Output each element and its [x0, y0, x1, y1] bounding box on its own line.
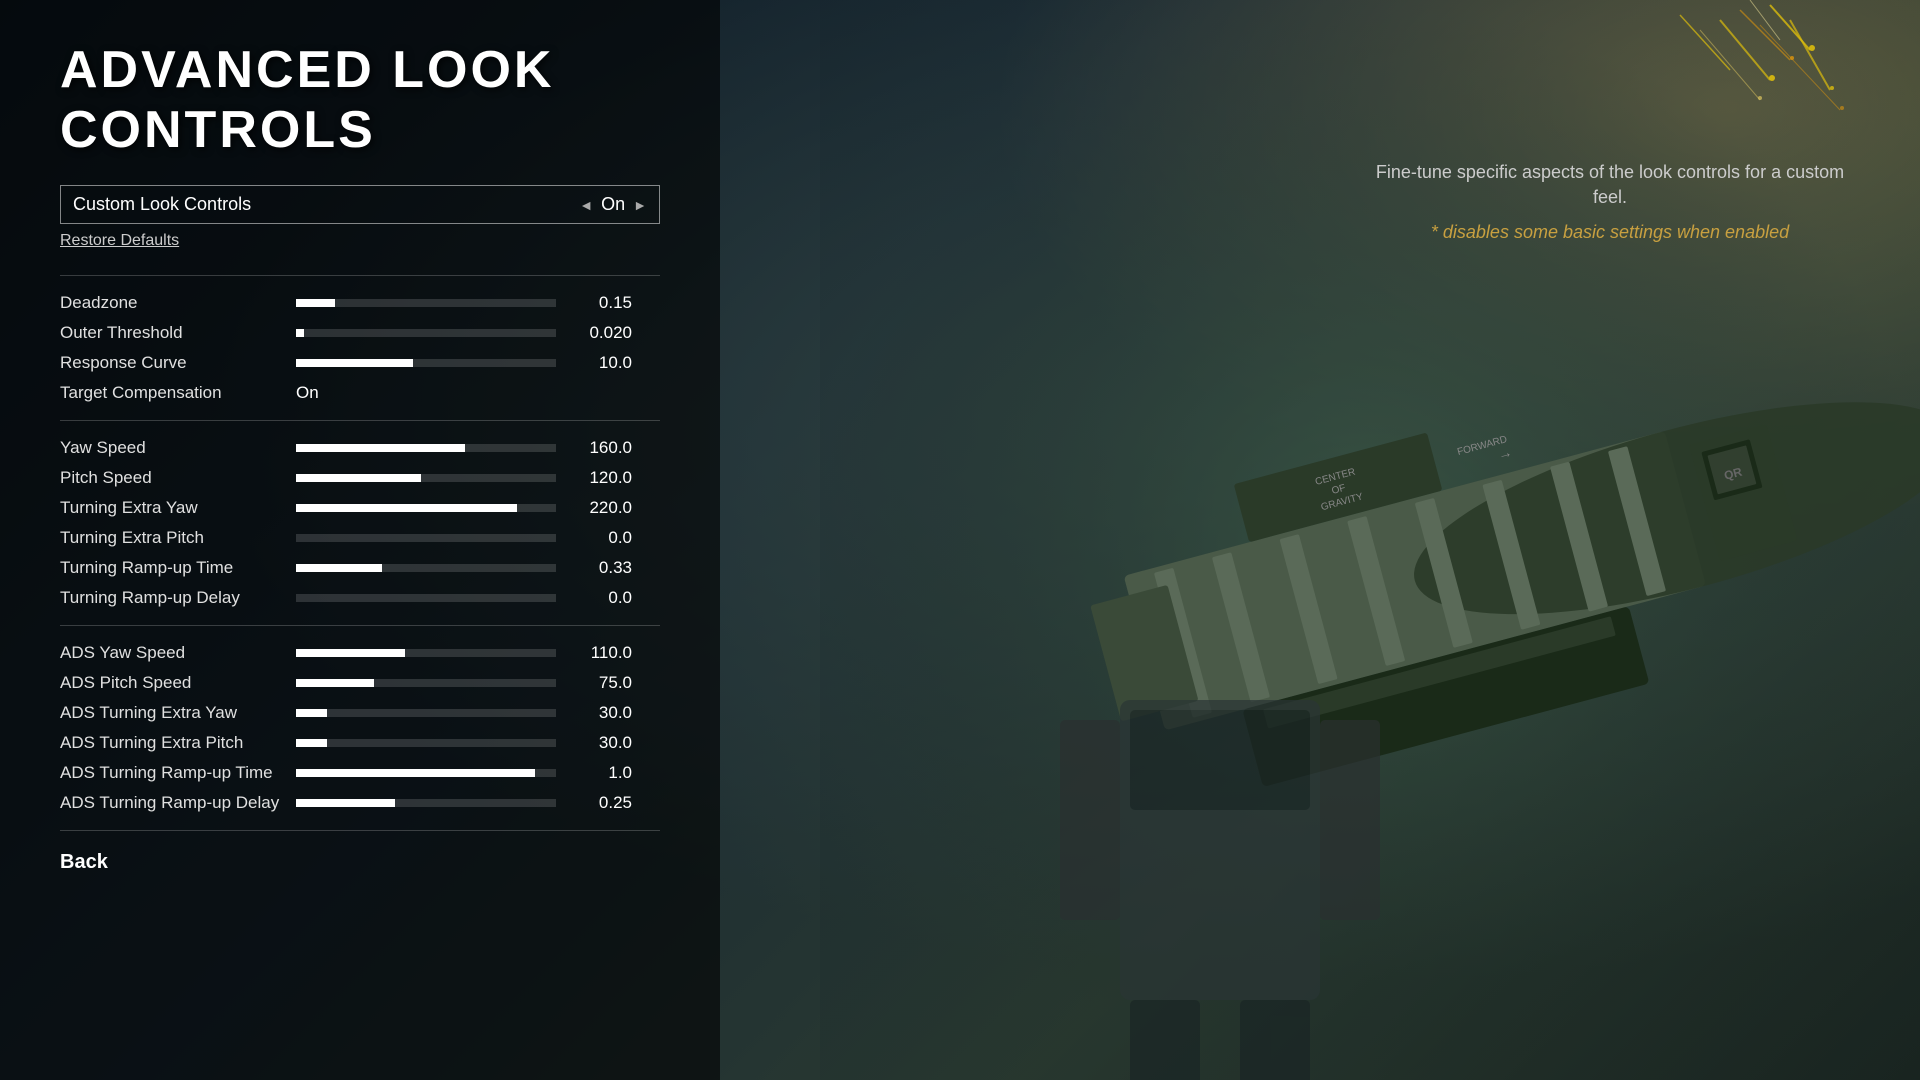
- info-text: Fine-tune specific aspects of the look c…: [1360, 160, 1860, 210]
- custom-look-value-container[interactable]: ◄ On ►: [567, 186, 659, 223]
- slider-turning-rampup-time[interactable]: [296, 564, 556, 572]
- setting-label-yaw-speed: Yaw Speed: [60, 438, 280, 458]
- setting-row-pitch-speed: Pitch Speed 120.0: [60, 463, 660, 493]
- settings-group-1: Deadzone 0.15 Outer Threshold 0.020 Resp…: [60, 288, 660, 408]
- divider-1: [60, 275, 660, 276]
- slider-ads-turning-extra-yaw[interactable]: [296, 709, 556, 717]
- setting-label-ads-turning-extra-pitch: ADS Turning Extra Pitch: [60, 733, 280, 753]
- setting-row-turning-rampup-delay: Turning Ramp-up Delay 0.0: [60, 583, 660, 613]
- restore-defaults-button[interactable]: Restore Defaults: [60, 232, 660, 250]
- setting-value-deadzone: 0.15: [572, 293, 632, 313]
- setting-value-pitch-speed: 120.0: [572, 468, 632, 488]
- settings-group-2: Yaw Speed 160.0 Pitch Speed 120.0 Turnin…: [60, 433, 660, 613]
- custom-look-label: Custom Look Controls: [61, 186, 567, 223]
- setting-label-response-curve: Response Curve: [60, 353, 280, 373]
- setting-value-ads-turning-extra-yaw: 30.0: [572, 703, 632, 723]
- slider-deadzone[interactable]: [296, 299, 556, 307]
- setting-value-ads-yaw-speed: 110.0: [572, 643, 632, 663]
- setting-value-ads-pitch-speed: 75.0: [572, 673, 632, 693]
- slider-turning-extra-pitch[interactable]: [296, 534, 556, 542]
- slider-ads-turning-rampup-delay[interactable]: [296, 799, 556, 807]
- info-warning: * disables some basic settings when enab…: [1360, 222, 1860, 243]
- slider-ads-turning-rampup-time[interactable]: [296, 769, 556, 777]
- slider-ads-pitch-speed[interactable]: [296, 679, 556, 687]
- setting-label-deadzone: Deadzone: [60, 293, 280, 313]
- setting-row-turning-extra-pitch: Turning Extra Pitch 0.0: [60, 523, 660, 553]
- setting-value-ads-turning-rampup-time: 1.0: [572, 763, 632, 783]
- slider-outer-threshold[interactable]: [296, 329, 556, 337]
- custom-look-arrow-left[interactable]: ◄: [579, 197, 593, 213]
- setting-row-ads-pitch-speed: ADS Pitch Speed 75.0: [60, 668, 660, 698]
- setting-row-ads-turning-rampup-time: ADS Turning Ramp-up Time 1.0: [60, 758, 660, 788]
- slider-turning-extra-yaw[interactable]: [296, 504, 556, 512]
- setting-label-ads-yaw-speed: ADS Yaw Speed: [60, 643, 280, 663]
- setting-row-turning-rampup-time: Turning Ramp-up Time 0.33: [60, 553, 660, 583]
- setting-row-ads-turning-extra-pitch: ADS Turning Extra Pitch 30.0: [60, 728, 660, 758]
- setting-label-turning-extra-pitch: Turning Extra Pitch: [60, 528, 280, 548]
- setting-row-deadzone: Deadzone 0.15: [60, 288, 660, 318]
- setting-label-ads-pitch-speed: ADS Pitch Speed: [60, 673, 280, 693]
- divider-4: [60, 830, 660, 831]
- slider-yaw-speed[interactable]: [296, 444, 556, 452]
- custom-look-value: On: [601, 194, 625, 215]
- page-title: ADVANCED LOOK CONTROLS: [60, 40, 660, 160]
- slider-ads-yaw-speed[interactable]: [296, 649, 556, 657]
- setting-label-target-compensation: Target Compensation: [60, 383, 280, 403]
- setting-row-turning-extra-yaw: Turning Extra Yaw 220.0: [60, 493, 660, 523]
- setting-value-response-curve: 10.0: [572, 353, 632, 373]
- setting-label-ads-turning-extra-yaw: ADS Turning Extra Yaw: [60, 703, 280, 723]
- setting-row-ads-turning-rampup-delay: ADS Turning Ramp-up Delay 0.25: [60, 788, 660, 818]
- divider-3: [60, 625, 660, 626]
- setting-label-turning-rampup-time: Turning Ramp-up Time: [60, 558, 280, 578]
- setting-label-ads-turning-rampup-time: ADS Turning Ramp-up Time: [60, 763, 280, 783]
- setting-row-yaw-speed: Yaw Speed 160.0: [60, 433, 660, 463]
- setting-label-outer-threshold: Outer Threshold: [60, 323, 280, 343]
- setting-value-ads-turning-rampup-delay: 0.25: [572, 793, 632, 813]
- setting-label-turning-rampup-delay: Turning Ramp-up Delay: [60, 588, 280, 608]
- settings-panel: ADVANCED LOOK CONTROLS Custom Look Contr…: [0, 0, 720, 1080]
- back-button[interactable]: Back: [60, 851, 660, 874]
- setting-row-ads-turning-extra-yaw: ADS Turning Extra Yaw 30.0: [60, 698, 660, 728]
- settings-group-3: ADS Yaw Speed 110.0 ADS Pitch Speed 75.0…: [60, 638, 660, 818]
- setting-value-turning-extra-pitch: 0.0: [572, 528, 632, 548]
- setting-row-response-curve: Response Curve 10.0: [60, 348, 660, 378]
- slider-response-curve[interactable]: [296, 359, 556, 367]
- slider-turning-rampup-delay[interactable]: [296, 594, 556, 602]
- setting-row-outer-threshold: Outer Threshold 0.020: [60, 318, 660, 348]
- setting-row-target-compensation: Target Compensation On: [60, 378, 660, 408]
- slider-pitch-speed[interactable]: [296, 474, 556, 482]
- divider-2: [60, 420, 660, 421]
- setting-value-ads-turning-extra-pitch: 30.0: [572, 733, 632, 753]
- custom-look-arrow-right[interactable]: ►: [633, 197, 647, 213]
- info-panel: Fine-tune specific aspects of the look c…: [1360, 160, 1860, 243]
- setting-value-turning-extra-yaw: 220.0: [572, 498, 632, 518]
- setting-row-ads-yaw-speed: ADS Yaw Speed 110.0: [60, 638, 660, 668]
- setting-value-yaw-speed: 160.0: [572, 438, 632, 458]
- setting-value-turning-rampup-time: 0.33: [572, 558, 632, 578]
- setting-label-turning-extra-yaw: Turning Extra Yaw: [60, 498, 280, 518]
- custom-look-controls-row[interactable]: Custom Look Controls ◄ On ►: [60, 185, 660, 224]
- setting-value-outer-threshold: 0.020: [572, 323, 632, 343]
- setting-value-turning-rampup-delay: 0.0: [572, 588, 632, 608]
- setting-label-ads-turning-rampup-delay: ADS Turning Ramp-up Delay: [60, 793, 280, 813]
- setting-value-target-compensation: On: [296, 383, 319, 403]
- setting-label-pitch-speed: Pitch Speed: [60, 468, 280, 488]
- slider-ads-turning-extra-pitch[interactable]: [296, 739, 556, 747]
